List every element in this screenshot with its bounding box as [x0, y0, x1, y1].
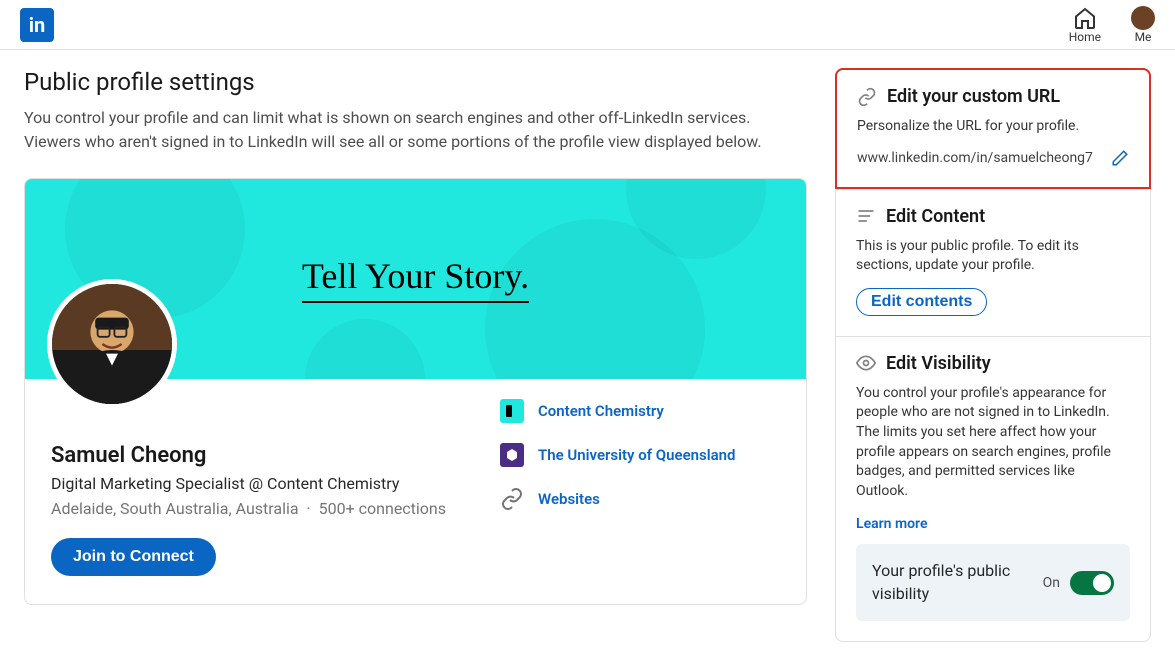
toggle-wrap: On: [1043, 571, 1114, 595]
profile-link-label: The University of Queensland: [538, 446, 736, 464]
home-icon: [1073, 6, 1097, 30]
join-to-connect-button[interactable]: Join to Connect: [51, 538, 216, 576]
list-icon: [856, 206, 876, 226]
profile-link-websites[interactable]: Websites: [500, 487, 780, 511]
eye-icon: [856, 353, 876, 373]
toggle-knob: [1093, 574, 1111, 592]
profile-link-university[interactable]: The University of Queensland: [500, 443, 780, 467]
profile-connections: 500+ connections: [319, 499, 446, 518]
edit-content-desc: This is your public profile. To edit its…: [856, 237, 1130, 276]
university-logo-icon: [500, 443, 524, 467]
visibility-toggle[interactable]: [1070, 571, 1114, 595]
nav-avatar: [1131, 6, 1155, 30]
nav-home-label: Home: [1069, 30, 1101, 44]
cover-text: Tell Your Story.: [302, 255, 529, 303]
profile-location-row: Adelaide, South Australia, Australia · 5…: [51, 499, 500, 518]
sidebar: Edit your custom URL Personalize the URL…: [835, 68, 1151, 642]
page-description: You control your profile and can limit w…: [24, 106, 784, 154]
person-photo-placeholder: [52, 284, 172, 404]
edit-url-title: Edit your custom URL: [887, 86, 1060, 107]
profile-headline: Digital Marketing Specialist @ Content C…: [51, 474, 500, 493]
profile-location: Adelaide, South Australia, Australia: [51, 499, 299, 518]
profile-body: Samuel Cheong Digital Marketing Speciali…: [25, 379, 806, 604]
pencil-icon[interactable]: [1111, 149, 1129, 167]
nav-me[interactable]: Me: [1131, 6, 1155, 44]
profile-link-label: Content Chemistry: [538, 402, 664, 420]
custom-url-text: www.linkedin.com/in/samuelcheong7: [857, 150, 1093, 166]
profile-info: Samuel Cheong Digital Marketing Speciali…: [51, 399, 500, 576]
profile-links: Content Chemistry The University of Quee…: [500, 399, 780, 576]
profile-link-label: Websites: [538, 490, 600, 508]
profile-preview-card: Tell Your Story.: [24, 178, 807, 605]
edit-content-card: Edit Content This is your public profile…: [835, 189, 1151, 336]
visibility-box-label: Your profile's public visibility: [872, 560, 1022, 605]
edit-url-card: Edit your custom URL Personalize the URL…: [835, 68, 1151, 189]
edit-visibility-desc: You control your profile's appearance fo…: [856, 384, 1130, 502]
main-container: Public profile settings You control your…: [0, 50, 1175, 660]
profile-link-company[interactable]: Content Chemistry: [500, 399, 780, 423]
link-icon: [500, 487, 524, 511]
main-column: Public profile settings You control your…: [24, 68, 807, 605]
link-icon: [857, 87, 877, 107]
edit-visibility-title: Edit Visibility: [886, 353, 991, 374]
url-row: www.linkedin.com/in/samuelcheong7: [857, 149, 1129, 167]
nav-home[interactable]: Home: [1069, 6, 1101, 44]
company-logo-icon: [500, 399, 524, 423]
edit-visibility-card: Edit Visibility You control your profile…: [835, 336, 1151, 642]
profile-name: Samuel Cheong: [51, 443, 500, 468]
edit-url-desc: Personalize the URL for your profile.: [857, 117, 1129, 137]
edit-content-title: Edit Content: [886, 206, 985, 227]
nav-me-label: Me: [1135, 30, 1152, 44]
edit-contents-button[interactable]: Edit contents: [856, 288, 987, 316]
global-header: in Home Me: [0, 0, 1175, 50]
learn-more-link[interactable]: Learn more: [856, 516, 927, 532]
linkedin-logo[interactable]: in: [20, 8, 54, 42]
nav: Home Me: [1069, 6, 1155, 44]
toggle-state-label: On: [1043, 575, 1060, 591]
page-title: Public profile settings: [24, 68, 807, 96]
visibility-toggle-box: Your profile's public visibility On: [856, 544, 1130, 621]
profile-photo: [47, 279, 177, 409]
